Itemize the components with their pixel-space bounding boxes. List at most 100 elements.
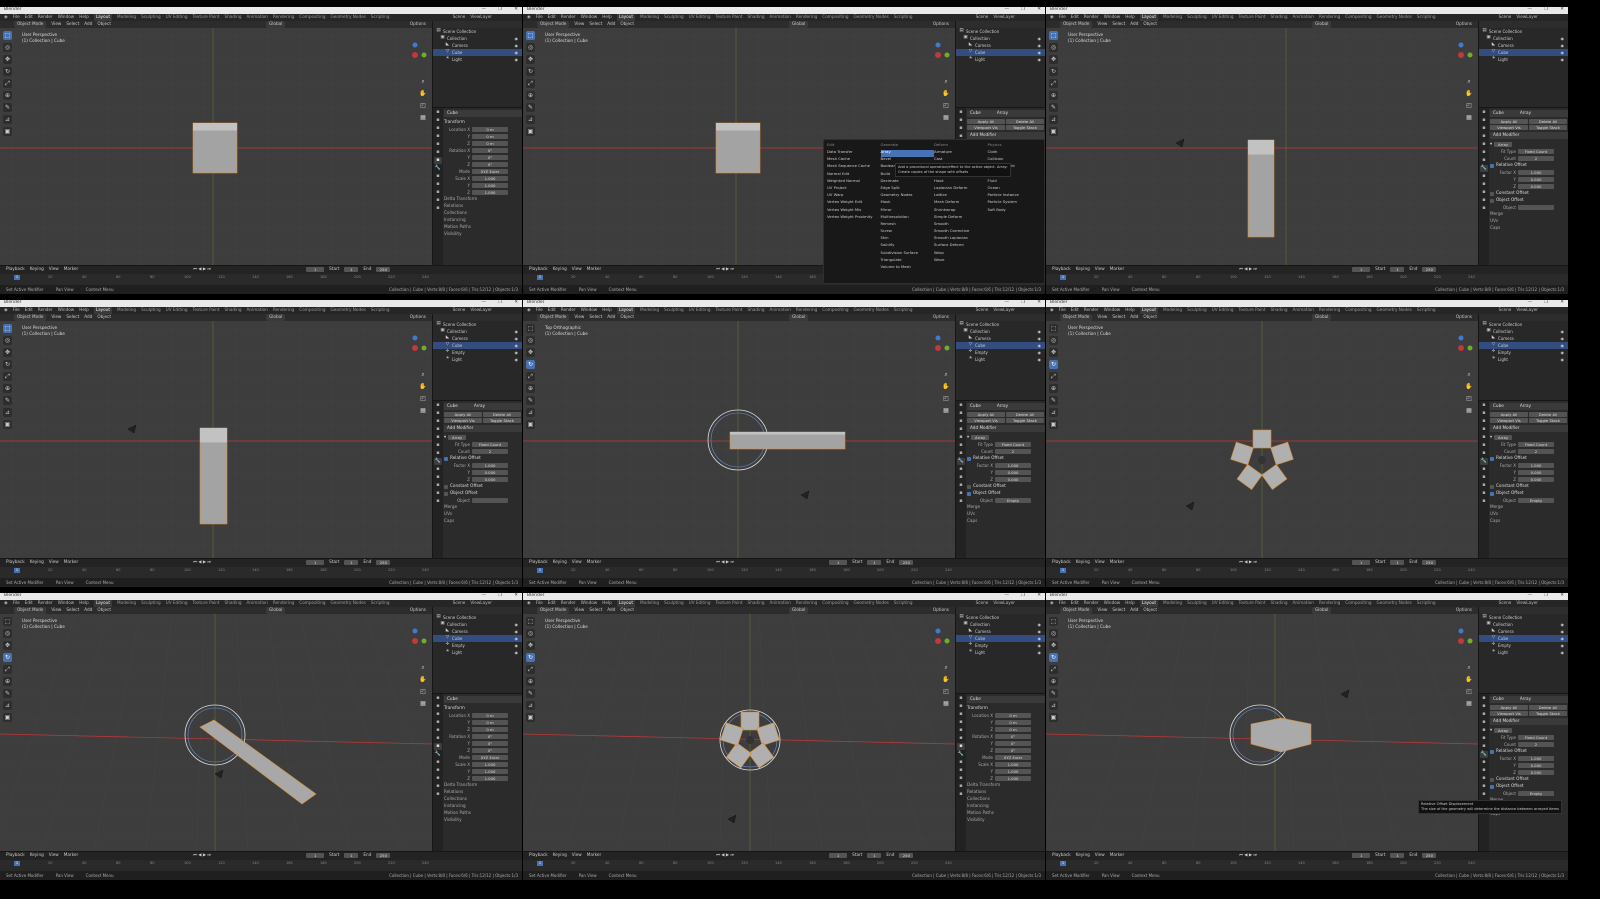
tab-workspace-compositing[interactable]: Compositing <box>1345 15 1371 19</box>
minimize-button[interactable]: — <box>1528 7 1533 13</box>
zoom-icon[interactable]: ⌕ <box>419 664 427 672</box>
tab-workspace-shading[interactable]: Shading <box>1271 601 1288 605</box>
axis-gizmo[interactable] <box>412 42 427 59</box>
tab-workspace-layout[interactable]: Layout <box>93 14 113 21</box>
scene-selector[interactable]: Scene <box>1499 15 1512 19</box>
maximize-button[interactable]: ❐ <box>1544 300 1548 306</box>
close-button[interactable]: ✕ <box>1037 7 1041 13</box>
particles-tab-icon[interactable]: ▪ <box>1480 173 1488 180</box>
start-frame-field[interactable]: 1 <box>1390 853 1405 858</box>
menu-file[interactable]: File <box>536 308 543 312</box>
property-field[interactable]: 0° <box>472 748 508 753</box>
object-tab-icon[interactable]: ▪ <box>434 157 442 164</box>
scale-icon[interactable]: ⤢ <box>3 79 12 88</box>
tab-workspace-texture-paint[interactable]: Texture Paint <box>716 601 743 605</box>
pan-hand-icon[interactable]: ✋ <box>1465 90 1473 98</box>
material-tab-icon[interactable]: ▪ <box>1480 205 1488 212</box>
modifier-tab-icon[interactable]: 🔧 <box>957 458 965 465</box>
timeline-menu-keying[interactable]: Keying <box>1076 853 1090 857</box>
data-tab-icon[interactable]: ▪ <box>434 783 442 790</box>
outliner-item-collection[interactable]: ▣ Collection ◉ <box>1479 621 1568 628</box>
property-field[interactable]: 1.000 <box>472 190 508 195</box>
playhead[interactable]: 1 <box>537 861 543 866</box>
tab-workspace-geometry-nodes[interactable]: Geometry Nodes <box>854 15 889 19</box>
cursor-icon[interactable]: ◎ <box>3 336 12 345</box>
menu-item-vertex-weight-proximity[interactable]: Vertex Weight Proximity <box>827 214 881 222</box>
tab-workspace-modeling[interactable]: Modeling <box>117 308 136 312</box>
outliner-item-light[interactable]: ☀ Light ◉ <box>1479 649 1568 656</box>
tab-workspace-animation[interactable]: Animation <box>247 308 268 312</box>
menu-help[interactable]: Help <box>1125 601 1135 605</box>
axis-gizmo[interactable] <box>1458 42 1473 59</box>
toggle-stack-button[interactable]: Toggle Stack <box>483 418 521 423</box>
outliner-item-cube[interactable]: ▽ Cube ◉ <box>433 49 522 56</box>
pan-hand-icon[interactable]: ✋ <box>419 90 427 98</box>
close-button[interactable]: ✕ <box>514 7 518 13</box>
header-menu-view[interactable]: View <box>51 608 61 612</box>
measure-icon[interactable]: ⊿ <box>1049 408 1058 417</box>
header-menu-select[interactable]: Select <box>1112 22 1125 26</box>
end-frame-field[interactable]: 250 <box>1422 267 1437 272</box>
section-delta-transform[interactable]: Delta Transform <box>444 196 522 203</box>
data-tab-icon[interactable]: ▪ <box>1480 197 1488 204</box>
transform-orientation-dropdown[interactable]: Global <box>266 314 286 321</box>
view-layer-selector[interactable]: ViewLayer <box>993 308 1015 312</box>
header-menu-view[interactable]: View <box>1097 608 1107 612</box>
timeline-ruler[interactable]: 0204060801001201401601802002202401 <box>1046 860 1568 871</box>
scene-tab-icon[interactable]: ▪ <box>957 434 965 441</box>
header-menu-select[interactable]: Select <box>1112 608 1125 612</box>
move-icon[interactable]: ✥ <box>3 641 12 650</box>
tab-workspace-sculpting[interactable]: Sculpting <box>664 15 684 19</box>
tab-workspace-modeling[interactable]: Modeling <box>117 15 136 19</box>
outliner-item-camera[interactable]: ◣ Camera ◉ <box>956 42 1045 49</box>
outliner-item-scene-collection[interactable]: ▤ Scene Collection <box>1479 28 1568 35</box>
viewport-scene[interactable] <box>523 614 955 851</box>
scene-tab-icon[interactable]: ▪ <box>1480 727 1488 734</box>
tab-workspace-modeling[interactable]: Modeling <box>640 308 659 312</box>
options-dropdown[interactable]: Options <box>1456 22 1472 26</box>
outliner-item-scene-collection[interactable]: ▤ Scene Collection <box>1479 321 1568 328</box>
start-frame-field[interactable]: 1 <box>867 560 882 565</box>
factor-field[interactable]: 1.000 <box>1518 463 1554 468</box>
close-button[interactable]: ✕ <box>514 593 518 599</box>
physics-tab-icon[interactable]: ▪ <box>434 181 442 188</box>
count-field[interactable]: 2 <box>1518 156 1554 161</box>
object-offset-checkbox[interactable] <box>1490 784 1494 789</box>
measure-icon[interactable]: ⊿ <box>526 115 535 124</box>
tab-workspace-sculpting[interactable]: Sculpting <box>1187 308 1207 312</box>
tab-workspace-modeling[interactable]: Modeling <box>640 601 659 605</box>
camera-view-icon[interactable]: ◰ <box>942 688 950 696</box>
timeline-ruler[interactable]: 0204060801001201401601802002202401 <box>1046 274 1568 285</box>
physics-tab-icon[interactable]: ▪ <box>957 474 965 481</box>
pan-hand-icon[interactable]: ✋ <box>419 676 427 684</box>
tab-workspace-sculpting[interactable]: Sculpting <box>664 308 684 312</box>
menu-file[interactable]: File <box>536 15 543 19</box>
object-offset-toggle[interactable]: Object Offset <box>1490 490 1568 497</box>
timeline-menu-keying[interactable]: Keying <box>553 853 567 857</box>
tab-workspace-animation[interactable]: Animation <box>1293 601 1314 605</box>
outliner-item-light[interactable]: ☀ Light ◉ <box>433 356 522 363</box>
measure-icon[interactable]: ⊿ <box>3 115 12 124</box>
tab-workspace-compositing[interactable]: Compositing <box>1345 601 1371 605</box>
offset-object-field[interactable] <box>1518 205 1554 210</box>
playback-controls[interactable]: ⏮ ◀ ▶ ⏭ <box>193 560 211 564</box>
tab-workspace-animation[interactable]: Animation <box>770 15 791 19</box>
cursor-icon[interactable]: ◎ <box>3 629 12 638</box>
relative-offset-toggle[interactable]: Relative Offset <box>444 455 522 462</box>
playhead[interactable]: 1 <box>14 568 20 573</box>
object-offset-toggle[interactable]: Object Offset <box>444 490 522 497</box>
scene-selector[interactable]: Scene <box>1499 308 1512 312</box>
outliner-item-light[interactable]: ☀ Light ◉ <box>956 649 1045 656</box>
viewport-scene[interactable] <box>0 321 432 558</box>
rotate-icon[interactable]: ↻ <box>1049 360 1058 369</box>
header-menu-object[interactable]: Object <box>97 608 111 612</box>
visibility-eye-icon[interactable]: ◉ <box>1561 357 1565 362</box>
section-caps[interactable]: Caps <box>444 518 522 525</box>
tab-workspace-texture-paint[interactable]: Texture Paint <box>1239 308 1266 312</box>
particles-tab-icon[interactable]: ▪ <box>434 173 442 180</box>
transform-icon[interactable]: ⊕ <box>3 677 12 686</box>
move-icon[interactable]: ✥ <box>3 55 12 64</box>
header-menu-select[interactable]: Select <box>66 608 79 612</box>
tab-workspace-uv-editing[interactable]: UV Editing <box>166 15 188 19</box>
header-menu-object[interactable]: Object <box>1143 22 1157 26</box>
